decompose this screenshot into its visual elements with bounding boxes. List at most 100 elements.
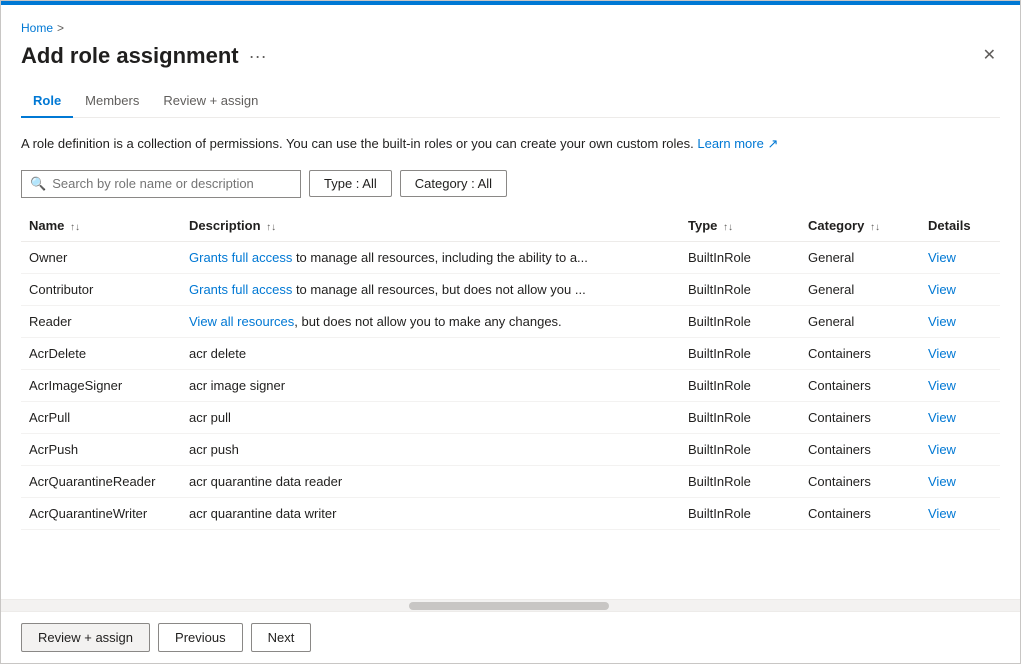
col-header-description[interactable]: Description ↑↓: [181, 210, 680, 242]
tab-review-assign[interactable]: Review + assign: [151, 85, 270, 118]
col-header-details: Details: [920, 210, 1000, 242]
view-link[interactable]: View: [928, 474, 956, 489]
breadcrumb-separator: >: [57, 21, 64, 35]
type-filter-button[interactable]: Type : All: [309, 170, 392, 197]
cell-name: AcrDelete: [21, 337, 181, 369]
cell-type: BuiltInRole: [680, 369, 800, 401]
cell-name: Contributor: [21, 273, 181, 305]
category-filter-button[interactable]: Category : All: [400, 170, 507, 197]
tab-members[interactable]: Members: [73, 85, 151, 118]
cell-description: Grants full access to manage all resourc…: [181, 241, 680, 273]
table-row[interactable]: ReaderView all resources, but does not a…: [21, 305, 1000, 337]
cell-description: acr delete: [181, 337, 680, 369]
desc-sort-icon: ↑↓: [266, 222, 276, 233]
cell-description: acr quarantine data reader: [181, 465, 680, 497]
cell-details[interactable]: View: [920, 433, 1000, 465]
col-header-name[interactable]: Name ↑↓: [21, 210, 181, 242]
cell-description: Grants full access to manage all resourc…: [181, 273, 680, 305]
cell-details[interactable]: View: [920, 337, 1000, 369]
cell-type: BuiltInRole: [680, 433, 800, 465]
cell-details[interactable]: View: [920, 401, 1000, 433]
cell-type: BuiltInRole: [680, 465, 800, 497]
search-icon: 🔍: [30, 176, 46, 192]
cell-category: General: [800, 305, 920, 337]
table-row[interactable]: AcrImageSigneracr image signerBuiltInRol…: [21, 369, 1000, 401]
cell-description: acr push: [181, 433, 680, 465]
cell-category: Containers: [800, 433, 920, 465]
view-link[interactable]: View: [928, 378, 956, 393]
type-sort-icon: ↑↓: [723, 222, 733, 233]
roles-table: Name ↑↓ Description ↑↓ Type ↑↓: [21, 210, 1000, 530]
cell-details[interactable]: View: [920, 369, 1000, 401]
view-link[interactable]: View: [928, 506, 956, 521]
dialog-window: Home > Add role assignment ··· ✕ Role Me…: [0, 0, 1021, 664]
cell-name: Reader: [21, 305, 181, 337]
cell-category: General: [800, 273, 920, 305]
cell-category: Containers: [800, 401, 920, 433]
breadcrumb-home[interactable]: Home: [21, 21, 53, 35]
table-row[interactable]: OwnerGrants full access to manage all re…: [21, 241, 1000, 273]
previous-button[interactable]: Previous: [158, 623, 243, 652]
horizontal-scrollbar[interactable]: [1, 599, 1020, 611]
table-row[interactable]: AcrQuarantineReaderacr quarantine data r…: [21, 465, 1000, 497]
description-text: A role definition is a collection of per…: [21, 134, 1000, 154]
category-sort-icon: ↑↓: [870, 222, 880, 233]
cell-category: Containers: [800, 337, 920, 369]
cell-details[interactable]: View: [920, 241, 1000, 273]
view-link[interactable]: View: [928, 250, 956, 265]
cell-description: acr quarantine data writer: [181, 497, 680, 529]
search-input[interactable]: [52, 176, 292, 191]
cell-details[interactable]: View: [920, 305, 1000, 337]
h-scroll-thumb: [409, 602, 609, 610]
cell-type: BuiltInRole: [680, 401, 800, 433]
next-button[interactable]: Next: [251, 623, 312, 652]
cell-name: AcrQuarantineWriter: [21, 497, 181, 529]
search-box: 🔍: [21, 170, 301, 198]
cell-type: BuiltInRole: [680, 241, 800, 273]
view-link[interactable]: View: [928, 442, 956, 457]
table-row[interactable]: AcrDeleteacr deleteBuiltInRoleContainers…: [21, 337, 1000, 369]
footer: Review + assign Previous Next: [1, 611, 1020, 663]
view-link[interactable]: View: [928, 410, 956, 425]
cell-description: View all resources, but does not allow y…: [181, 305, 680, 337]
cell-category: Containers: [800, 465, 920, 497]
view-link[interactable]: View: [928, 282, 956, 297]
cell-type: BuiltInRole: [680, 273, 800, 305]
cell-details[interactable]: View: [920, 273, 1000, 305]
cell-name: AcrQuarantineReader: [21, 465, 181, 497]
cell-details[interactable]: View: [920, 497, 1000, 529]
cell-type: BuiltInRole: [680, 305, 800, 337]
cell-name: AcrImageSigner: [21, 369, 181, 401]
cell-description: acr image signer: [181, 369, 680, 401]
cell-category: General: [800, 241, 920, 273]
cell-name: Owner: [21, 241, 181, 273]
table-row[interactable]: ContributorGrants full access to manage …: [21, 273, 1000, 305]
cell-name: AcrPull: [21, 401, 181, 433]
cell-category: Containers: [800, 369, 920, 401]
breadcrumb: Home >: [21, 21, 1000, 35]
learn-more-link[interactable]: Learn more ↗: [697, 136, 778, 151]
cell-type: BuiltInRole: [680, 337, 800, 369]
col-header-category[interactable]: Category ↑↓: [800, 210, 920, 242]
table-row[interactable]: AcrPushacr pushBuiltInRoleContainers View: [21, 433, 1000, 465]
main-scroll-area[interactable]: Home > Add role assignment ··· ✕ Role Me…: [1, 5, 1020, 599]
cell-category: Containers: [800, 497, 920, 529]
table-row[interactable]: AcrPullacr pullBuiltInRoleContainers View: [21, 401, 1000, 433]
close-button[interactable]: ✕: [979, 44, 1000, 68]
name-sort-icon: ↑↓: [70, 222, 80, 233]
title-menu-icon[interactable]: ···: [249, 46, 267, 67]
cell-type: BuiltInRole: [680, 497, 800, 529]
view-link[interactable]: View: [928, 314, 956, 329]
table-header-row: Name ↑↓ Description ↑↓ Type ↑↓: [21, 210, 1000, 242]
view-link[interactable]: View: [928, 346, 956, 361]
tab-role[interactable]: Role: [21, 85, 73, 118]
cell-description: acr pull: [181, 401, 680, 433]
page-title: Add role assignment: [21, 43, 239, 69]
tab-bar: Role Members Review + assign: [21, 85, 1000, 118]
table-row[interactable]: AcrQuarantineWriteracr quarantine data w…: [21, 497, 1000, 529]
cell-name: AcrPush: [21, 433, 181, 465]
cell-details[interactable]: View: [920, 465, 1000, 497]
roles-table-container: Name ↑↓ Description ↑↓ Type ↑↓: [1, 210, 1020, 530]
col-header-type[interactable]: Type ↑↓: [680, 210, 800, 242]
review-assign-button[interactable]: Review + assign: [21, 623, 150, 652]
